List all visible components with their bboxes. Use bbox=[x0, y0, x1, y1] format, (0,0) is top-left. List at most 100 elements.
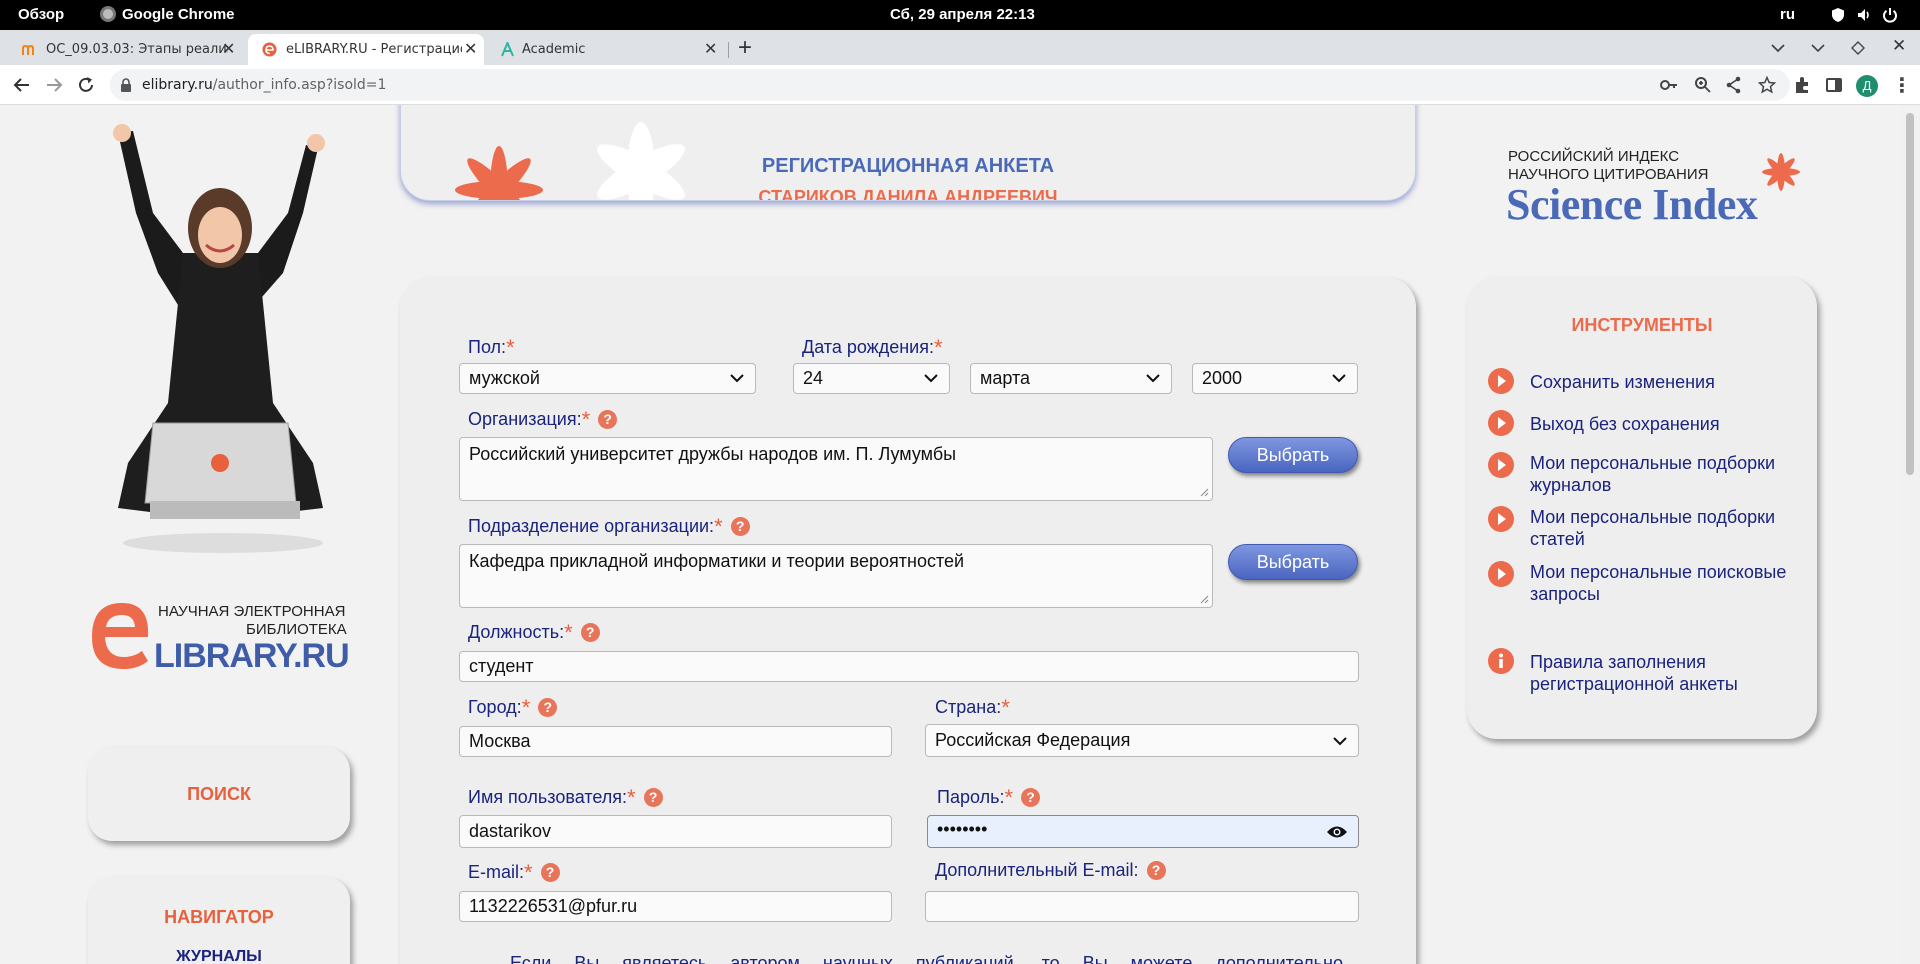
clock[interactable]: Сб, 29 апреля 22:13 bbox=[890, 6, 1035, 23]
journal-collections-link[interactable]: Мои персональные подборки журналов bbox=[1530, 452, 1820, 496]
minimize-icon[interactable] bbox=[1810, 42, 1826, 54]
help-icon[interactable]: ? bbox=[598, 410, 618, 429]
key-icon[interactable] bbox=[1660, 77, 1678, 93]
zoom-icon[interactable] bbox=[1694, 76, 1712, 94]
tab-moodle[interactable]: ОС_09.03.03: Этапы реализа ✕ bbox=[8, 34, 248, 65]
chevron-down-icon[interactable] bbox=[1770, 42, 1786, 54]
side-panel-icon[interactable] bbox=[1824, 75, 1844, 95]
page-content: НАУЧНАЯ ЭЛЕКТРОННАЯ БИБЛИОТЕКА LIBRARY.R… bbox=[0, 105, 1900, 964]
address-bar[interactable]: elibrary.ru/author_info.asp?isold=1 bbox=[110, 69, 1790, 101]
elibrary-tagline-1: НАУЧНАЯ ЭЛЕКТРОННАЯ bbox=[158, 603, 346, 620]
science-index-logo[interactable]: РОССИЙСКИЙ ИНДЕКС НАУЧНОГО ЦИТИРОВАНИЯ S… bbox=[1506, 145, 1826, 235]
gender-label: Пол:* bbox=[468, 335, 515, 360]
help-icon[interactable]: ? bbox=[538, 698, 558, 717]
system-top-bar: Обзор Google Chrome Сб, 29 апреля 22:13 … bbox=[0, 0, 1920, 30]
password-label: Пароль:*? bbox=[937, 785, 1041, 811]
additional-email-input[interactable] bbox=[925, 891, 1359, 922]
password-input[interactable]: •••••••• bbox=[927, 815, 1359, 848]
volume-icon[interactable] bbox=[1856, 7, 1872, 23]
url-domain: elibrary.ru bbox=[142, 77, 213, 93]
extensions-icon[interactable] bbox=[1792, 75, 1812, 95]
shield-icon[interactable] bbox=[1830, 7, 1846, 23]
lock-icon[interactable] bbox=[120, 78, 132, 92]
article-collections-link[interactable]: Мои персональные подборки статей bbox=[1530, 506, 1820, 550]
resize-grip-icon[interactable] bbox=[1200, 488, 1209, 497]
save-arrow-icon[interactable] bbox=[1488, 368, 1514, 394]
organization-label: Организация:*? bbox=[468, 407, 618, 433]
required-mark: * bbox=[506, 335, 515, 360]
tab-strip: ОС_09.03.03: Этапы реализа ✕ eLIBRARY.RU… bbox=[0, 30, 1920, 65]
help-icon[interactable]: ? bbox=[1021, 788, 1041, 807]
save-changes-link[interactable]: Сохранить изменения bbox=[1530, 371, 1820, 393]
queries-arrow-icon[interactable] bbox=[1488, 561, 1514, 587]
reload-icon[interactable] bbox=[76, 75, 96, 95]
eye-icon[interactable] bbox=[1326, 825, 1348, 839]
articles-arrow-icon[interactable] bbox=[1488, 506, 1514, 532]
tab-elibrary[interactable]: eLIBRARY.RU - Регистрацион ✕ bbox=[248, 34, 484, 65]
email-input[interactable]: 1132226531@pfur.ru bbox=[459, 891, 892, 922]
page-scrollbar[interactable] bbox=[1900, 105, 1920, 964]
organization-field[interactable]: Российский университет дружбы народов им… bbox=[459, 437, 1213, 501]
profile-avatar[interactable]: Д bbox=[1856, 75, 1878, 97]
help-icon[interactable]: ? bbox=[540, 863, 560, 882]
navigator-panel: НАВИГАТОР ЖУРНАЛЫ bbox=[88, 877, 350, 964]
gender-select[interactable]: мужской bbox=[459, 363, 756, 394]
birthdate-label: Дата рождения:* bbox=[802, 335, 943, 360]
window-close-icon[interactable]: ✕ bbox=[1892, 36, 1906, 56]
keyboard-layout[interactable]: ru bbox=[1780, 6, 1795, 23]
choose-department-button[interactable]: Выбрать bbox=[1228, 544, 1358, 580]
department-field[interactable]: Кафедра прикладной информатики и теории … bbox=[459, 544, 1213, 608]
birth-year-select[interactable]: 2000 bbox=[1192, 363, 1358, 394]
country-select[interactable]: Российская Федерация bbox=[925, 724, 1359, 757]
info-icon[interactable] bbox=[1488, 648, 1514, 674]
forward-arrow-icon[interactable] bbox=[44, 75, 64, 95]
navigator-item-journals[interactable]: ЖУРНАЛЫ bbox=[88, 948, 350, 964]
email-label: E-mail:*? bbox=[468, 860, 560, 886]
help-icon[interactable]: ? bbox=[580, 623, 600, 642]
close-icon[interactable]: ✕ bbox=[464, 39, 477, 58]
scrollbar-thumb[interactable] bbox=[1906, 113, 1914, 475]
resize-grip-icon[interactable] bbox=[1200, 595, 1209, 604]
close-icon[interactable]: ✕ bbox=[222, 39, 235, 58]
tab-label: eLIBRARY.RU - Регистрацион bbox=[286, 42, 462, 57]
power-icon[interactable] bbox=[1882, 7, 1898, 23]
birth-month-select[interactable]: марта bbox=[970, 363, 1172, 394]
activities-button[interactable]: Обзор bbox=[18, 6, 64, 23]
form-rules-link[interactable]: Правила заполнения регистрационной анкет… bbox=[1530, 651, 1800, 695]
exit-without-saving-link[interactable]: Выход без сохранения bbox=[1530, 413, 1820, 435]
department-label: Подразделение организации:*? bbox=[468, 514, 750, 540]
city-input[interactable]: Москва bbox=[459, 726, 892, 757]
required-mark: * bbox=[521, 695, 531, 720]
kebab-menu-icon[interactable]: ⋮ bbox=[1892, 73, 1912, 98]
help-icon[interactable]: ? bbox=[730, 517, 750, 536]
search-queries-link[interactable]: Мои персональные поисковые запросы bbox=[1530, 561, 1820, 605]
position-input[interactable]: студент bbox=[459, 651, 1359, 682]
app-menu[interactable]: Google Chrome bbox=[100, 6, 235, 23]
share-icon[interactable] bbox=[1726, 76, 1742, 94]
city-label: Город:*? bbox=[468, 695, 558, 721]
close-icon[interactable]: ✕ bbox=[704, 39, 717, 58]
app-name: Google Chrome bbox=[122, 6, 235, 23]
chevron-down-icon bbox=[1333, 737, 1347, 746]
elibrary-logo[interactable]: НАУЧНАЯ ЭЛЕКТРОННАЯ БИБЛИОТЕКА LIBRARY.R… bbox=[88, 595, 358, 675]
back-arrow-icon[interactable] bbox=[12, 75, 32, 95]
journals-arrow-icon[interactable] bbox=[1488, 452, 1514, 478]
new-tab-icon[interactable]: + bbox=[738, 34, 752, 62]
choose-organization-button[interactable]: Выбрать bbox=[1228, 437, 1358, 473]
help-icon[interactable]: ? bbox=[643, 788, 663, 807]
username-input[interactable]: dastarikov bbox=[459, 815, 892, 848]
country-label: Страна:* bbox=[935, 695, 1010, 720]
bookmark-star-icon[interactable] bbox=[1758, 76, 1776, 94]
tab-label: ОС_09.03.03: Этапы реализа bbox=[46, 42, 228, 57]
help-icon[interactable]: ? bbox=[1146, 861, 1166, 880]
search-menu-button[interactable]: ПОИСК bbox=[88, 747, 350, 841]
exit-arrow-icon[interactable] bbox=[1488, 410, 1514, 436]
tab-academic[interactable]: Academic ✕ bbox=[486, 34, 726, 65]
tab-label: Academic bbox=[522, 42, 586, 57]
browser-toolbar: elibrary.ru/author_info.asp?isold=1 Д ⋮ bbox=[0, 65, 1920, 105]
maximize-icon[interactable] bbox=[1850, 40, 1866, 56]
chevron-down-icon bbox=[730, 374, 744, 383]
position-label: Должность:*? bbox=[468, 620, 600, 646]
elibrary-favicon-icon bbox=[262, 42, 277, 57]
birth-day-select[interactable]: 24 bbox=[793, 363, 950, 394]
